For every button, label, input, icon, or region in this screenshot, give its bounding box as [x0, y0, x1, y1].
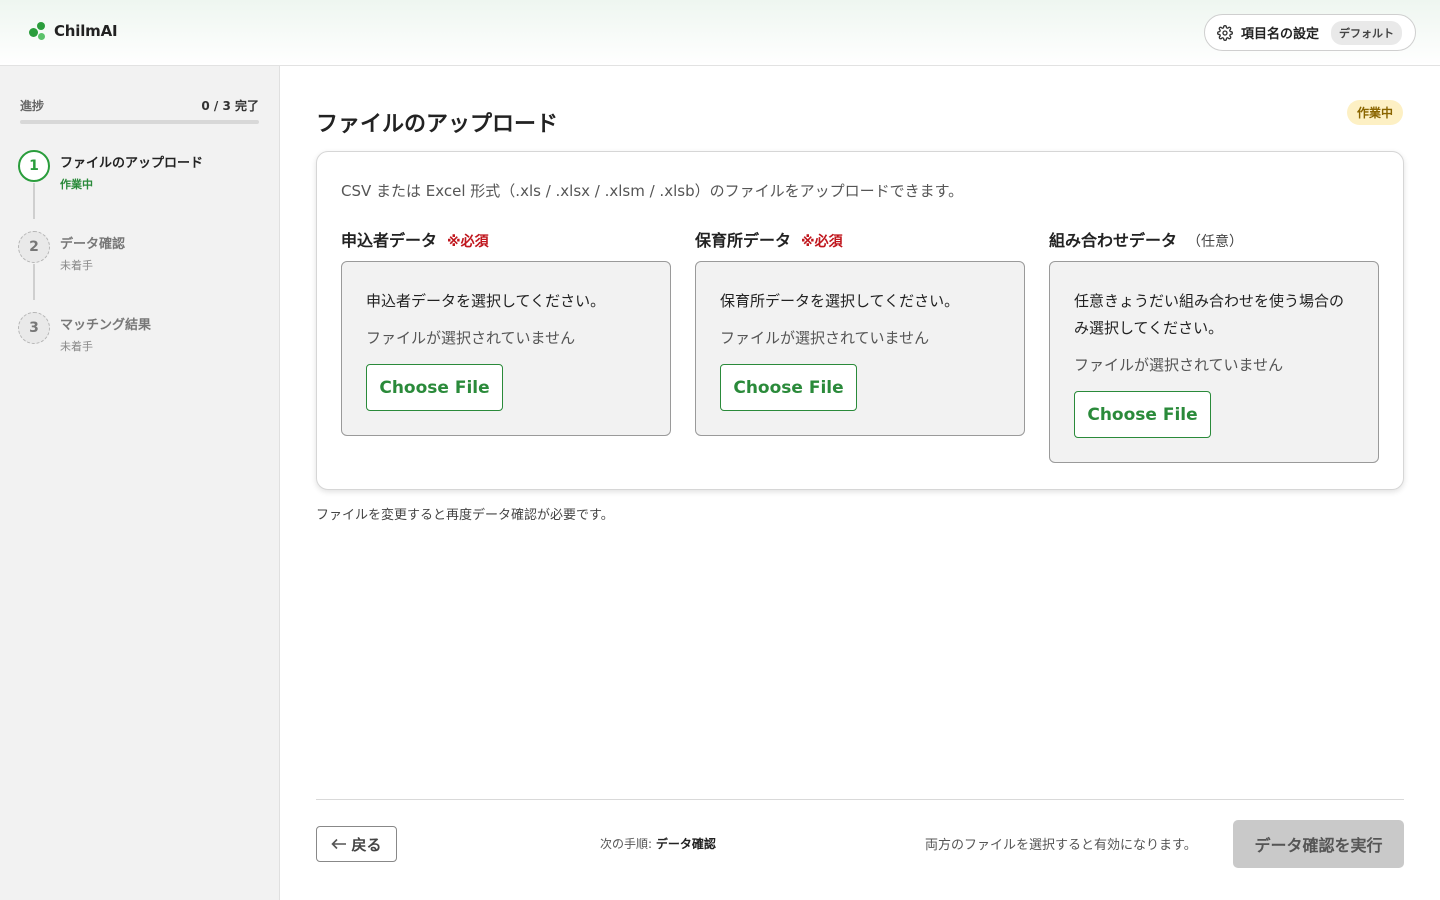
step-title: ファイルのアップロード	[60, 156, 204, 171]
choose-file-button[interactable]: Choose File	[366, 364, 503, 411]
step-status: 作業中	[60, 178, 93, 191]
file-drop-zone[interactable]: 保育所データを選択してください。 ファイルが選択されていません Choose F…	[695, 261, 1025, 436]
step-title: マッチング結果	[60, 318, 152, 333]
back-button[interactable]: 戻る	[316, 826, 397, 862]
upload-description: CSV または Excel 形式（.xls / .xlsx / .xlsm / …	[341, 182, 964, 200]
file-drop-zone[interactable]: 任意きょうだい組み合わせを使う場合のみ選択してください。 ファイルが選択されてい…	[1049, 261, 1379, 463]
next-step-value: データ確認	[655, 837, 716, 851]
run-data-check-button[interactable]: データ確認を実行	[1233, 820, 1404, 868]
optional-label: （任意）	[1187, 234, 1244, 250]
file-status: ファイルが選択されていません	[720, 329, 930, 347]
status-badge: 作業中	[1347, 100, 1404, 125]
next-step-info: 次の手順: データ確認	[600, 835, 716, 852]
upload-title: 申込者データ	[341, 231, 438, 250]
settings-label: 項目名の設定	[1241, 27, 1320, 42]
default-badge: デフォルト	[1331, 20, 1403, 45]
step-connector	[33, 264, 35, 300]
back-label: 戻る	[351, 835, 382, 854]
step-number: 2	[18, 231, 50, 263]
upload-applicant: 申込者データ ※必須 申込者データを選択してください。 ファイルが選択されていま…	[341, 227, 671, 436]
step-title: データ確認	[60, 237, 126, 252]
upload-title: 組み合わせデータ	[1049, 231, 1178, 250]
app-header: ChilmAI 項目名の設定 デフォルト	[0, 0, 1440, 66]
file-drop-zone[interactable]: 申込者データを選択してください。 ファイルが選択されていません Choose F…	[341, 261, 671, 436]
field-name-settings-button[interactable]: 項目名の設定 デフォルト	[1204, 14, 1416, 51]
step-status: 未着手	[60, 259, 93, 272]
logo[interactable]: ChilmAI	[28, 21, 118, 41]
step-number: 3	[18, 312, 50, 344]
progress-header: 進捗 0 / 3 完了	[20, 97, 259, 114]
upload-prompt: 申込者データを選択してください。	[366, 292, 606, 310]
progress-label: 進捗	[20, 99, 45, 113]
choose-file-button[interactable]: Choose File	[1074, 391, 1211, 438]
upload-prompt: 任意きょうだい組み合わせを使う場合のみ選択してください。	[1074, 292, 1345, 337]
arrow-left-icon	[331, 838, 347, 850]
step-number: 1	[18, 150, 50, 182]
run-hint: 両方のファイルを選択すると有効になります。	[925, 838, 1197, 853]
progress-count: 0 / 3 完了	[201, 99, 259, 113]
required-label: ※必須	[447, 234, 489, 250]
logo-icon	[28, 21, 48, 41]
file-status: ファイルが選択されていません	[366, 329, 576, 347]
upload-card: CSV または Excel 形式（.xls / .xlsx / .xlsm / …	[316, 151, 1404, 490]
page-title: ファイルのアップロード	[316, 112, 559, 137]
choose-file-button[interactable]: Choose File	[720, 364, 857, 411]
change-note: ファイルを変更すると再度データ確認が必要です。	[316, 508, 614, 523]
step-connector	[33, 183, 35, 219]
logo-text: ChilmAI	[54, 22, 118, 40]
sidebar: 進捗 0 / 3 完了 1 ファイルのアップロード 作業中 2 データ確認 未着…	[0, 66, 280, 900]
upload-combination: 組み合わせデータ （任意） 任意きょうだい組み合わせを使う場合のみ選択してくださ…	[1049, 227, 1379, 463]
upload-prompt: 保育所データを選択してください。	[720, 292, 960, 310]
upload-title: 保育所データ	[695, 231, 792, 250]
upload-nursery: 保育所データ ※必須 保育所データを選択してください。 ファイルが選択されていま…	[695, 227, 1025, 436]
required-label: ※必須	[801, 234, 843, 250]
gear-icon	[1217, 24, 1233, 41]
step-status: 未着手	[60, 340, 93, 353]
footer-divider	[316, 799, 1404, 800]
progress-bar	[20, 120, 259, 124]
file-status: ファイルが選択されていません	[1074, 356, 1284, 374]
next-step-prefix: 次の手順:	[600, 837, 653, 851]
